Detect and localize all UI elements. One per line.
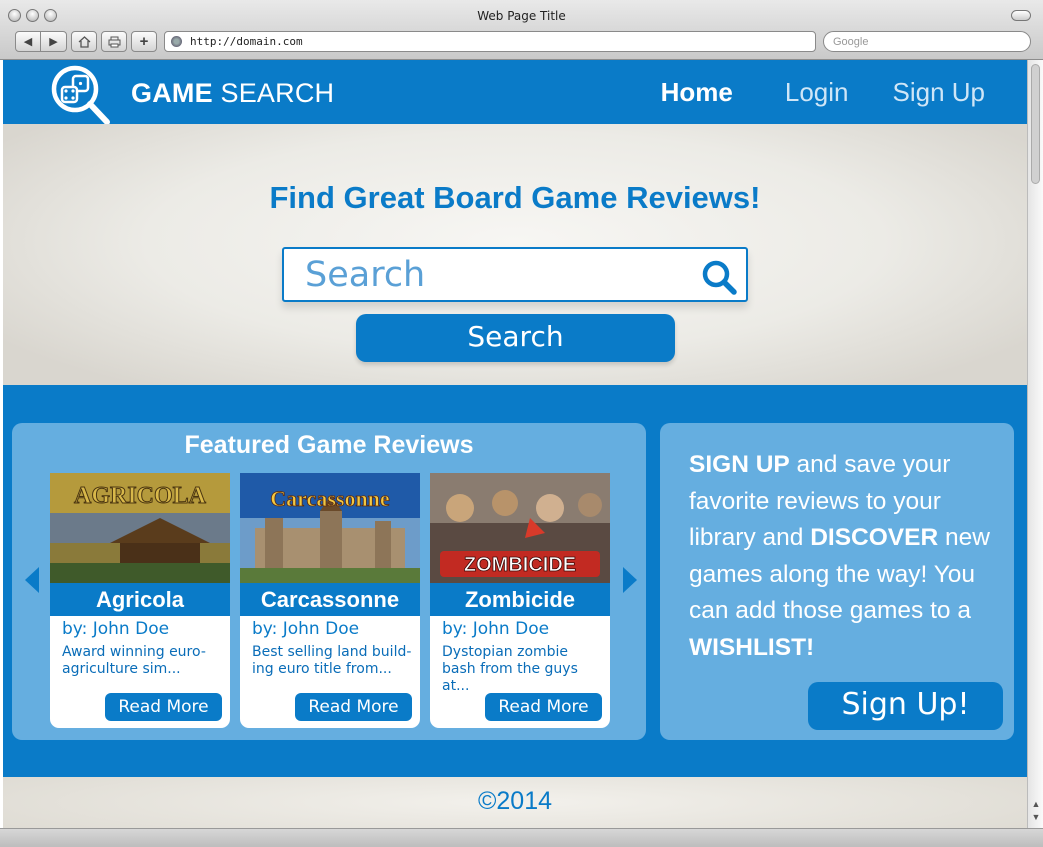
- card-author: by: John Doe: [442, 619, 550, 639]
- card-title[interactable]: Carcassonne: [240, 583, 420, 616]
- review-card-zombicide[interactable]: ZOMBICIDE Zombicide by: John Doe Dystopi…: [430, 473, 610, 728]
- hero-section: Find Great Board Game Reviews! Search: [3, 124, 1027, 385]
- read-more-button[interactable]: Read More: [295, 693, 412, 721]
- main-nav: Home Login Sign Up: [661, 77, 1027, 108]
- card-author: by: John Doe: [62, 619, 170, 639]
- brand-bold: GAME: [131, 78, 213, 108]
- search-icon[interactable]: [700, 258, 738, 296]
- featured-title: Featured Game Reviews: [184, 431, 474, 459]
- zombicide-cover-image: ZOMBICIDE: [430, 473, 610, 583]
- home-icon: [78, 35, 90, 48]
- promo-discover-emphasis: DISCOVER: [810, 524, 939, 551]
- hero-title: Find Great Board Game Reviews!: [269, 180, 761, 215]
- new-tab-button[interactable]: +: [131, 31, 157, 52]
- forward-arrow-icon: ▶: [49, 36, 58, 48]
- featured-reviews-panel: Featured Game Reviews AGRICOLA Agricola …: [12, 423, 646, 740]
- site-footer: ©2014: [3, 777, 1027, 828]
- scroll-arrows[interactable]: ▲ ▼: [1028, 798, 1043, 828]
- plus-icon: +: [139, 33, 149, 50]
- read-more-button[interactable]: Read More: [485, 693, 602, 721]
- carcassonne-cover-image: Carcassonne: [240, 473, 420, 583]
- toolbar-toggle-button[interactable]: [1011, 10, 1031, 21]
- browser-search-field[interactable]: Google: [823, 31, 1031, 52]
- nav-login-link[interactable]: Login: [785, 77, 849, 108]
- card-description: Dystopian zombie bash from the guys at..…: [442, 644, 578, 694]
- card-title[interactable]: Agricola: [50, 583, 230, 616]
- site-brand[interactable]: GAME SEARCH: [131, 78, 334, 109]
- address-bar[interactable]: http://domain.com: [164, 31, 816, 52]
- card-description: Best selling land build-ing euro title f…: [252, 644, 412, 677]
- review-card-carcassonne[interactable]: Carcassonne Carcassonne by: John Doe Bes…: [240, 473, 420, 728]
- carousel-prev-arrow-icon[interactable]: [25, 567, 39, 593]
- card-author: by: John Doe: [252, 619, 360, 639]
- svg-text:AGRICOLA: AGRICOLA: [74, 483, 207, 509]
- print-button[interactable]: [101, 31, 127, 52]
- back-button[interactable]: ◀: [15, 31, 41, 52]
- signup-promo-text: SIGN UP and save your favorite reviews t…: [689, 447, 1007, 666]
- signup-promo-panel: SIGN UP and save your favorite reviews t…: [660, 423, 1014, 740]
- read-more-button[interactable]: Read More: [105, 693, 222, 721]
- forward-button[interactable]: ▶: [41, 31, 67, 52]
- nav-home-link[interactable]: Home: [661, 77, 733, 108]
- url-text: http://domain.com: [190, 35, 303, 48]
- promo-wishlist-emphasis: WISHLIST!: [689, 633, 815, 661]
- signup-button[interactable]: Sign Up!: [808, 682, 1003, 730]
- brand-light: SEARCH: [220, 78, 335, 108]
- home-button[interactable]: [71, 31, 97, 52]
- search-box: [282, 247, 748, 302]
- card-description: Award winning euro-agriculture sim...: [62, 644, 206, 677]
- agricola-cover-image: AGRICOLA: [50, 473, 230, 583]
- search-button[interactable]: Search: [356, 314, 675, 362]
- dice-magnifier-logo-icon[interactable]: [49, 62, 119, 124]
- web-page: GAME SEARCH Home Login Sign Up Find Grea…: [3, 60, 1027, 828]
- globe-icon: [171, 36, 182, 47]
- scrollbar-thumb[interactable]: [1031, 64, 1040, 184]
- vertical-scrollbar[interactable]: ▲ ▼: [1027, 60, 1043, 828]
- svg-text:ZOMBICIDE: ZOMBICIDE: [464, 554, 576, 576]
- browser-search-placeholder: Google: [833, 35, 869, 48]
- search-input[interactable]: [284, 249, 684, 300]
- nav-signup-link[interactable]: Sign Up: [893, 77, 986, 108]
- back-arrow-icon: ◀: [23, 36, 33, 48]
- site-header: GAME SEARCH Home Login Sign Up: [3, 60, 1027, 124]
- copyright-text: ©2014: [477, 787, 553, 815]
- browser-toolbar: ◀ ▶ +: [15, 31, 157, 52]
- window-bottom-bar: [0, 828, 1043, 847]
- promo-signup-emphasis: SIGN UP: [689, 451, 790, 478]
- carousel-next-arrow-icon[interactable]: [623, 567, 637, 593]
- printer-icon: [108, 36, 120, 47]
- svg-text:Carcassonne: Carcassonne: [270, 486, 390, 511]
- card-title[interactable]: Zombicide: [430, 583, 610, 616]
- window-title: Web Page Title: [477, 9, 566, 23]
- review-card-agricola[interactable]: AGRICOLA Agricola by: John Doe Award win…: [50, 473, 230, 728]
- browser-chrome: Web Page Title ◀ ▶ + http://domain.com G…: [0, 0, 1043, 60]
- content-band: Featured Game Reviews AGRICOLA Agricola …: [3, 385, 1027, 777]
